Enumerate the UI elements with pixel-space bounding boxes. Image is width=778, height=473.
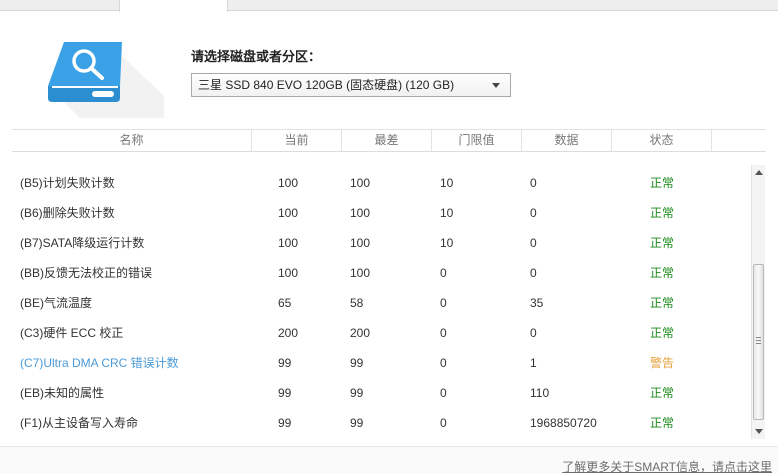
column-header-current[interactable]: 当前 bbox=[252, 130, 342, 151]
attribute-name: (C3)硬件 ECC 校正 bbox=[20, 326, 124, 340]
current-value: 100 bbox=[278, 236, 299, 250]
table-body: (B5)计划失败计数 100 100 10 0 正常 (B6)删除失败计数 100 100 10 0… bbox=[12, 168, 746, 438]
column-header-data[interactable]: 数据 bbox=[522, 130, 612, 151]
status-text: 正常 bbox=[650, 266, 675, 280]
threshold-value: 0 bbox=[440, 416, 447, 430]
attribute-name: (B5)计划失败计数 bbox=[20, 176, 115, 190]
table-row[interactable]: (BB)反馈无法校正的错误 100 100 0 0 正常 bbox=[12, 258, 746, 288]
status-text: 正常 bbox=[650, 386, 675, 400]
current-value: 99 bbox=[278, 386, 292, 400]
threshold-value: 0 bbox=[440, 296, 447, 310]
worst-value: 100 bbox=[350, 266, 371, 280]
column-header-name[interactable]: 名称 bbox=[12, 130, 252, 151]
current-value: 100 bbox=[278, 206, 299, 220]
current-value: 100 bbox=[278, 176, 299, 190]
worst-value: 99 bbox=[350, 386, 364, 400]
status-text: 正常 bbox=[650, 236, 675, 250]
raw-data: 0 bbox=[530, 326, 537, 340]
threshold-value: 10 bbox=[440, 176, 454, 190]
disk-select-label: 请选择磁盘或者分区： bbox=[191, 49, 322, 64]
column-header-spacer bbox=[712, 130, 736, 151]
attribute-name: (B7)SATA降级运行计数 bbox=[20, 236, 145, 250]
column-header-threshold[interactable]: 门限值 bbox=[432, 130, 522, 151]
status-text: 正常 bbox=[650, 416, 675, 430]
current-value: 100 bbox=[278, 266, 299, 280]
worst-value: 58 bbox=[350, 296, 364, 310]
threshold-value: 0 bbox=[440, 356, 447, 370]
vertical-scrollbar[interactable] bbox=[751, 165, 765, 439]
attribute-name: (B6)删除失败计数 bbox=[20, 206, 115, 220]
current-value: 200 bbox=[278, 326, 299, 340]
attribute-name: (BE)气流温度 bbox=[20, 296, 93, 310]
status-text: 正常 bbox=[650, 296, 675, 310]
worst-value: 100 bbox=[350, 176, 371, 190]
table-row[interactable]: (EB)未知的属性 99 99 0 110 正常 bbox=[12, 378, 746, 408]
table-row[interactable]: (C7)Ultra DMA CRC 错误计数 99 99 0 1 警告 bbox=[12, 348, 746, 378]
raw-data: 35 bbox=[530, 296, 544, 310]
hard-disk-search-icon bbox=[40, 36, 164, 126]
table-row[interactable]: (B5)计划失败计数 100 100 10 0 正常 bbox=[12, 168, 746, 198]
threshold-value: 0 bbox=[440, 386, 447, 400]
tab-bar bbox=[0, 0, 778, 11]
table-row[interactable]: (C3)硬件 ECC 校正 200 200 0 0 正常 bbox=[12, 318, 746, 348]
status-text: 正常 bbox=[650, 176, 675, 190]
status-text: 正常 bbox=[650, 326, 675, 340]
raw-data: 0 bbox=[530, 266, 537, 280]
worst-value: 99 bbox=[350, 356, 364, 370]
threshold-value: 0 bbox=[440, 266, 447, 280]
worst-value: 100 bbox=[350, 206, 371, 220]
scroll-up-arrow-icon[interactable] bbox=[755, 170, 763, 175]
raw-data: 0 bbox=[530, 206, 537, 220]
worst-value: 200 bbox=[350, 326, 371, 340]
raw-data: 110 bbox=[530, 386, 550, 400]
threshold-value: 0 bbox=[440, 326, 447, 340]
attribute-name: (C7)Ultra DMA CRC 错误计数 bbox=[20, 356, 179, 370]
worst-value: 100 bbox=[350, 236, 371, 250]
table-row[interactable]: (B6)删除失败计数 100 100 10 0 正常 bbox=[12, 198, 746, 228]
attribute-name: (EB)未知的属性 bbox=[20, 386, 105, 400]
column-header-worst[interactable]: 最差 bbox=[342, 130, 432, 151]
footer-bar: 了解更多关于SMART信息，请点击这里 bbox=[0, 446, 778, 473]
tab-active[interactable] bbox=[119, 0, 228, 12]
raw-data: 0 bbox=[530, 176, 537, 190]
raw-data: 1968850720 bbox=[530, 416, 597, 430]
worst-value: 99 bbox=[350, 416, 364, 430]
current-value: 65 bbox=[278, 296, 292, 310]
table-header: 名称 当前 最差 门限值 数据 状态 bbox=[12, 130, 766, 152]
smart-info-link[interactable]: 了解更多关于SMART信息，请点击这里 bbox=[562, 458, 772, 473]
current-value: 99 bbox=[278, 356, 292, 370]
status-text: 正常 bbox=[650, 206, 675, 220]
scrollbar-grip-icon bbox=[756, 337, 761, 344]
disk-select-value: 三星 SSD 840 EVO 120GB (固态硬盘) (120 GB) bbox=[198, 78, 455, 92]
table-row[interactable]: (F1)从主设备写入寿命 99 99 0 1968850720 正常 bbox=[12, 408, 746, 438]
scrollbar-thumb[interactable] bbox=[753, 264, 764, 420]
attribute-name: (F1)从主设备写入寿命 bbox=[20, 416, 138, 430]
table-row[interactable]: (B7)SATA降级运行计数 100 100 10 0 正常 bbox=[12, 228, 746, 258]
disk-partition-select[interactable]: 三星 SSD 840 EVO 120GB (固态硬盘) (120 GB) bbox=[191, 73, 511, 97]
threshold-value: 10 bbox=[440, 206, 454, 220]
table-row[interactable]: (BE)气流温度 65 58 0 35 正常 bbox=[12, 288, 746, 318]
attribute-name: (BB)反馈无法校正的错误 bbox=[20, 266, 153, 280]
scroll-down-arrow-icon[interactable] bbox=[755, 429, 763, 434]
raw-data: 1 bbox=[530, 356, 537, 370]
current-value: 99 bbox=[278, 416, 292, 430]
smart-table: 名称 当前 最差 门限值 数据 状态 (B5)计划失败计数 100 100 10 0 正常… bbox=[12, 129, 766, 440]
threshold-value: 10 bbox=[440, 236, 454, 250]
dropdown-arrow-icon[interactable] bbox=[492, 83, 500, 88]
status-text: 警告 bbox=[650, 356, 675, 370]
raw-data: 0 bbox=[530, 236, 537, 250]
column-header-status[interactable]: 状态 bbox=[612, 130, 712, 151]
